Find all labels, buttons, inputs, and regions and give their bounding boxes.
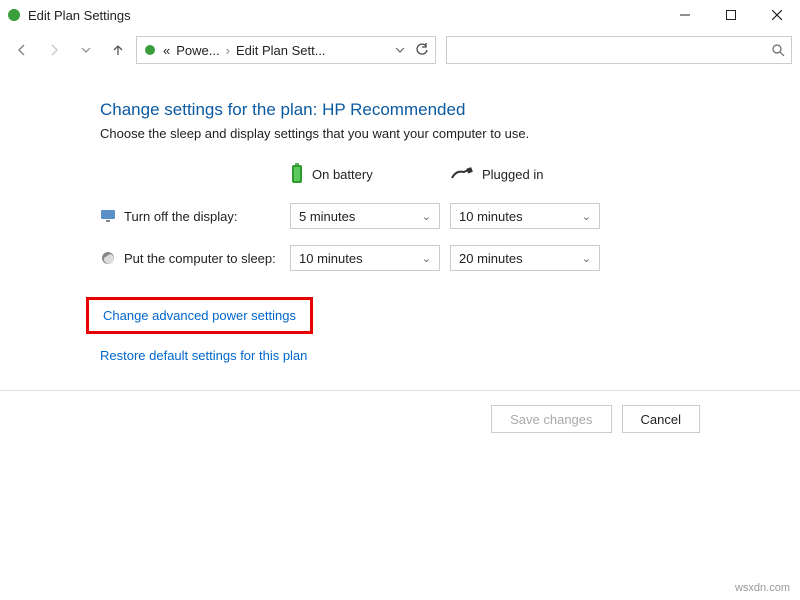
refresh-button[interactable] [415,43,429,57]
restore-defaults-link[interactable]: Restore default settings for this plan [100,348,307,363]
battery-icon [290,163,304,185]
display-icon [100,209,116,223]
page-subtext: Choose the sleep and display settings th… [100,126,760,141]
back-button[interactable] [8,36,36,64]
sleep-label: Put the computer to sleep: [124,251,276,266]
watermark: wsxdn.com [735,582,790,594]
advanced-link-highlight: Change advanced power settings [86,297,313,334]
chevron-down-icon: ⌄ [582,210,591,223]
display-plugged-select[interactable]: 10 minutes ⌄ [450,203,600,229]
breadcrumb-prefix: « [163,43,170,58]
forward-button[interactable] [40,36,68,64]
navbar: « Powe... › Edit Plan Sett... [0,30,800,70]
display-battery-select[interactable]: 5 minutes ⌄ [290,203,440,229]
titlebar: Edit Plan Settings [0,0,800,30]
address-dropdown[interactable] [395,45,405,55]
sleep-icon [100,250,116,266]
search-box[interactable] [446,36,792,64]
on-battery-label: On battery [312,167,373,182]
recent-dropdown[interactable] [72,36,100,64]
plug-icon [450,166,474,182]
cancel-button[interactable]: Cancel [622,405,700,433]
sleep-setting-row: Put the computer to sleep: 10 minutes ⌄ … [100,245,760,271]
sleep-battery-select[interactable]: 10 minutes ⌄ [290,245,440,271]
main-content: Change settings for the plan: HP Recomme… [0,70,800,363]
minimize-button[interactable] [662,0,708,30]
power-plan-icon [6,7,22,23]
maximize-button[interactable] [708,0,754,30]
breadcrumb-part2[interactable]: Edit Plan Sett... [236,43,326,58]
sleep-plugged-select[interactable]: 20 minutes ⌄ [450,245,600,271]
chevron-down-icon: ⌄ [422,252,431,265]
power-plan-icon [143,43,157,57]
chevron-down-icon: ⌄ [422,210,431,223]
search-icon[interactable] [772,44,785,57]
footer: Save changes Cancel [0,390,800,433]
search-input[interactable] [453,42,772,59]
display-plugged-value: 10 minutes [459,209,582,224]
display-battery-value: 5 minutes [299,209,422,224]
save-button: Save changes [491,405,611,433]
display-setting-row: Turn off the display: 5 minutes ⌄ 10 min… [100,203,760,229]
sleep-battery-value: 10 minutes [299,251,422,266]
advanced-power-settings-link[interactable]: Change advanced power settings [103,308,296,323]
window-title: Edit Plan Settings [28,8,131,23]
display-label: Turn off the display: [124,209,237,224]
plugged-in-label: Plugged in [482,167,543,182]
breadcrumb-part1[interactable]: Powe... [176,43,219,58]
column-headers: On battery Plugged in [100,163,760,185]
sleep-plugged-value: 20 minutes [459,251,582,266]
chevron-down-icon: ⌄ [582,252,591,265]
close-button[interactable] [754,0,800,30]
page-title: Change settings for the plan: HP Recomme… [100,100,760,120]
up-button[interactable] [104,36,132,64]
chevron-right-icon: › [226,43,230,58]
address-bar[interactable]: « Powe... › Edit Plan Sett... [136,36,436,64]
